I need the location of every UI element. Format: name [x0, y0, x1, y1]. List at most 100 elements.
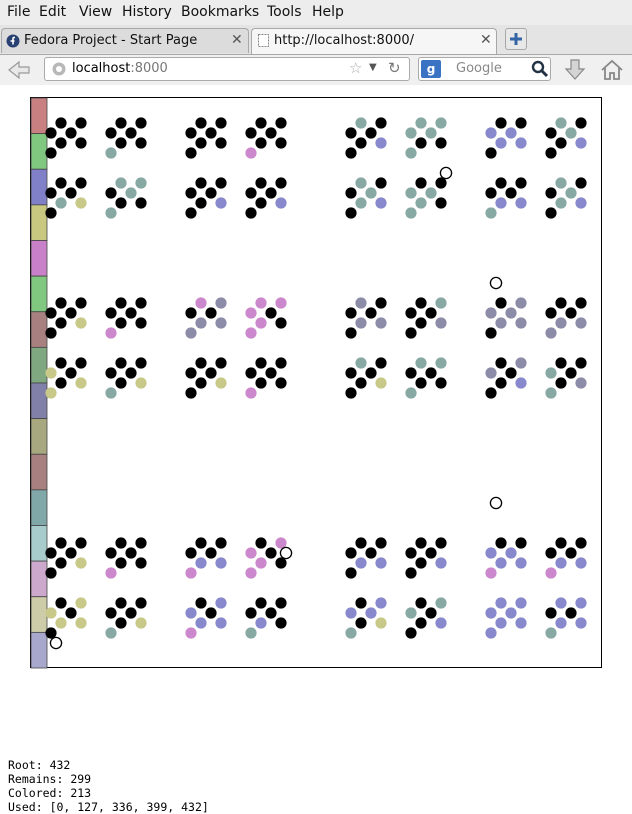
graph-node	[115, 377, 127, 389]
graph-node	[75, 317, 87, 329]
graph-node	[45, 547, 57, 559]
palette-swatch	[30, 418, 48, 455]
download-icon[interactable]	[564, 58, 586, 82]
graph-node	[195, 357, 207, 369]
search-input[interactable]: Google	[456, 61, 502, 76]
search-icon[interactable]	[531, 60, 549, 78]
graph-node	[135, 617, 147, 629]
graph-node	[375, 557, 387, 569]
graph-node	[565, 187, 577, 199]
graph-node	[425, 127, 437, 139]
palette-swatch	[30, 204, 48, 241]
url-port: :8000	[130, 61, 168, 76]
back-arrow-icon[interactable]	[5, 57, 33, 83]
graph-node	[345, 387, 357, 399]
graph-node	[125, 607, 137, 619]
graph-node	[405, 327, 417, 339]
graph-node	[185, 627, 197, 639]
graph-node	[185, 387, 197, 399]
graph-node	[575, 137, 587, 149]
graph-node	[495, 597, 507, 609]
graph-node	[555, 177, 567, 189]
graph-node	[575, 617, 587, 629]
graph-node	[505, 607, 517, 619]
graph-node	[245, 187, 257, 199]
graph-node	[275, 317, 287, 329]
menu-tools[interactable]: Tools	[267, 4, 302, 20]
graph-node	[195, 557, 207, 569]
graph-node	[115, 297, 127, 309]
graph-node	[135, 177, 147, 189]
graph-node	[415, 317, 427, 329]
graph-node	[545, 567, 557, 579]
graph-node	[375, 137, 387, 149]
graph-node	[555, 537, 567, 549]
graph-node	[355, 197, 367, 209]
graph-node	[215, 617, 227, 629]
tab-close-icon[interactable]: ✕	[480, 32, 492, 48]
menu-edit[interactable]: Edit	[39, 4, 66, 20]
tab-close-icon[interactable]: ✕	[231, 32, 243, 48]
menu-history[interactable]: History	[122, 4, 172, 20]
graph-node	[215, 177, 227, 189]
graph-node	[435, 537, 447, 549]
graph-node	[375, 617, 387, 629]
graph-node	[185, 567, 197, 579]
graph-node	[405, 547, 417, 559]
menu-help[interactable]: Help	[312, 4, 344, 20]
graph-node	[105, 307, 117, 319]
graph-node	[75, 137, 87, 149]
graph-node	[515, 297, 527, 309]
graph-node	[495, 617, 507, 629]
graph-node	[185, 607, 197, 619]
tab-fedora-start-page[interactable]: Fedora Project - Start Page ✕	[1, 28, 249, 53]
graph-node	[205, 607, 217, 619]
graph-node	[495, 317, 507, 329]
graph-node	[355, 117, 367, 129]
reload-icon[interactable]: ↻	[388, 59, 401, 77]
url-bar[interactable]: localhost:8000 ☆ ▼ ↻	[44, 57, 410, 81]
page-icon	[258, 34, 269, 47]
graph-node	[365, 367, 377, 379]
menu-view[interactable]: View	[79, 4, 112, 20]
graph-node	[185, 367, 197, 379]
bookmark-star-icon[interactable]: ☆	[349, 59, 362, 77]
palette-swatch	[30, 275, 48, 313]
graph-node	[195, 137, 207, 149]
graph-node	[275, 117, 287, 129]
google-engine-icon[interactable]: g	[421, 60, 441, 78]
graph-node	[215, 317, 227, 329]
chevron-down-icon[interactable]: ▼	[369, 62, 377, 73]
graph-node	[55, 137, 67, 149]
graph-node	[255, 357, 267, 369]
graph-node	[195, 177, 207, 189]
graph-node	[265, 307, 277, 319]
graph-node	[495, 357, 507, 369]
coloring-board	[30, 97, 602, 669]
graph-node	[435, 357, 447, 369]
search-bar[interactable]: g Google	[418, 57, 551, 81]
graph-node	[45, 307, 57, 319]
menu-file[interactable]: File	[7, 4, 30, 20]
graph-node	[345, 327, 357, 339]
graph-node	[555, 617, 567, 629]
graph-node	[185, 327, 197, 339]
graph-node	[115, 197, 127, 209]
tab-localhost[interactable]: http://localhost:8000/ ✕	[251, 28, 497, 54]
graph-node	[245, 147, 257, 159]
home-icon[interactable]	[600, 58, 624, 82]
graph-node	[425, 547, 437, 559]
menu-bookmarks[interactable]: Bookmarks	[181, 4, 259, 20]
graph-node	[345, 147, 357, 159]
graph-node	[355, 317, 367, 329]
new-tab-button[interactable]	[505, 28, 527, 50]
graph-node	[345, 187, 357, 199]
graph-node	[355, 297, 367, 309]
graph-node	[485, 387, 497, 399]
graph-node	[485, 307, 497, 319]
graph-node	[215, 297, 227, 309]
tab-label: Fedora Project - Start Page	[24, 33, 198, 48]
graph-node	[105, 147, 117, 159]
graph-node	[185, 187, 197, 199]
graph-node	[75, 597, 87, 609]
